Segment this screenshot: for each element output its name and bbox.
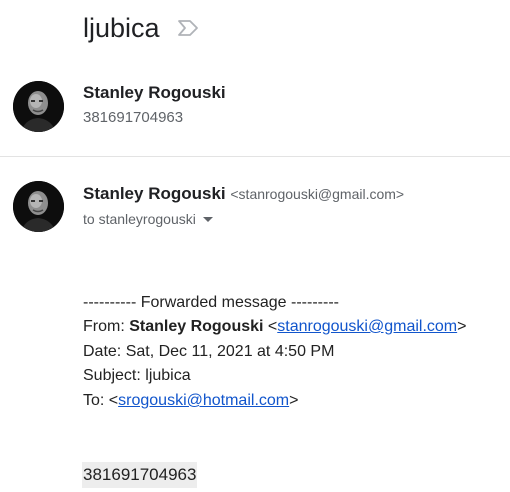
forwarded-to-line: To: <srogouski@hotmail.com> (83, 391, 298, 411)
caret-down-icon[interactable] (202, 216, 213, 222)
forwarded-header: ---------- Forwarded message --------- (83, 294, 339, 311)
forwarded-subject-line: Subject: ljubica (83, 367, 191, 384)
body-number: 381691704963 (82, 462, 198, 488)
collapsed-snippet[interactable]: 381691704963 (83, 108, 183, 128)
recipient-details-toggle[interactable]: to stanleyrogouski (83, 209, 213, 229)
from-open: < (263, 318, 278, 335)
forwarded-date-line: Date: Sat, Dec 11, 2021 at 4:50 PM (83, 343, 335, 360)
expanded-sender-name[interactable]: Stanley Rogouski (83, 184, 226, 203)
to-email-link[interactable]: srogouski@hotmail.com (118, 392, 289, 409)
thread-subject: ljubica (83, 13, 160, 43)
avatar[interactable] (13, 81, 64, 132)
forwarded-from-line: From: Stanley Rogouski <stanrogouski@gma… (83, 317, 466, 337)
to-close: > (289, 392, 299, 409)
sender-email: <stanrogouski@gmail.com> (230, 186, 405, 202)
expanded-sender: Stanley Rogouski <stanrogouski@gmail.com… (83, 183, 404, 205)
from-name: Stanley Rogouski (129, 318, 264, 335)
avatar[interactable] (13, 181, 64, 232)
from-label: From: (83, 318, 130, 335)
to-label: To: < (83, 392, 119, 409)
recipient-label: to stanleyrogouski (83, 211, 196, 227)
label-forward-icon[interactable] (177, 19, 199, 37)
collapsed-sender-name[interactable]: Stanley Rogouski (83, 82, 226, 104)
email-thread-view: ljubica Stanley Rogouski 381691704963 St… (0, 0, 510, 492)
from-close: > (457, 318, 467, 335)
message-divider (0, 156, 510, 157)
from-email-link[interactable]: stanrogouski@gmail.com (277, 318, 457, 335)
